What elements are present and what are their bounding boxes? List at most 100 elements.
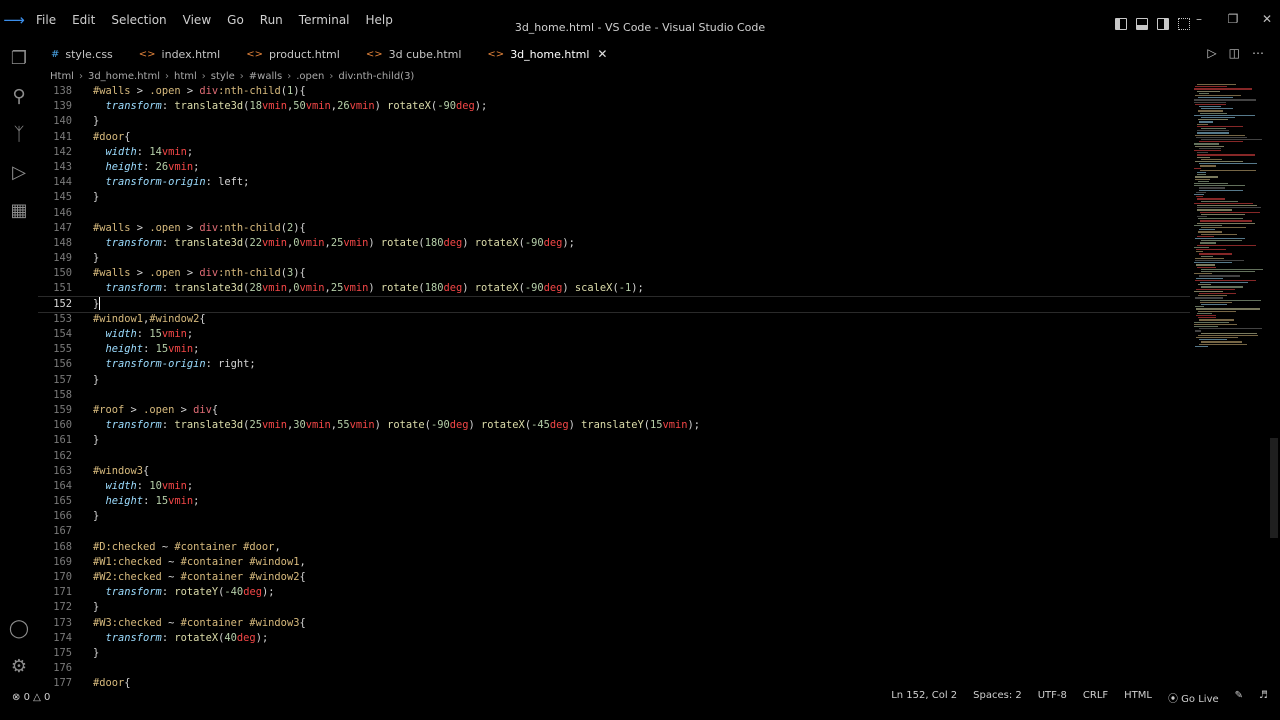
menu-help[interactable]: Help [358,0,401,40]
feedback-icon[interactable]: ✎ [1235,690,1243,705]
tab-3d-home-html[interactable]: <> 3d_home.html ✕ [474,42,620,66]
account-icon[interactable]: ◯ [0,610,38,646]
line-code: width: 14vmin; [105,145,194,158]
code-line[interactable]: 144 transform-origin: left; [38,175,1190,190]
indentation[interactable]: Spaces: 2 [973,690,1022,705]
menu-selection[interactable]: Selection [103,0,174,40]
breadcrumb-item[interactable]: Html [50,71,74,82]
code-line[interactable]: 171 transform: rotateY(-40deg); [38,585,1190,600]
tab-index-html[interactable]: <> index.html [126,42,233,66]
minimap-line [1201,240,1242,242]
code-line[interactable]: 152} [38,295,1190,313]
close-tab-icon[interactable]: ✕ [597,47,607,61]
code-line[interactable]: 176 [38,661,1190,676]
menu-run[interactable]: Run [252,0,291,40]
breadcrumb-item[interactable]: style [211,71,235,82]
code-line[interactable]: 163 #window3{ [38,464,1190,479]
breadcrumb-item[interactable]: #walls [249,71,282,82]
toggle-primary-sidebar-icon[interactable] [1115,18,1127,30]
menu-file[interactable]: File [28,0,64,40]
code-line[interactable]: 162 [38,449,1190,464]
minimap-line [1196,249,1226,251]
code-line[interactable]: 154 width: 15vmin; [38,327,1190,342]
code-line[interactable]: 156 transform-origin: right; [38,357,1190,372]
menu-go[interactable]: Go [219,0,252,40]
more-actions-icon[interactable]: ⋯ [1252,46,1264,60]
toggle-secondary-sidebar-icon[interactable] [1157,18,1169,30]
code-line[interactable]: 175} [38,646,1190,661]
minimap-line [1201,227,1246,229]
code-line[interactable]: 139 transform: translate3d(18vmin,50vmin… [38,99,1190,114]
source-control-icon[interactable]: ᛉ [0,116,38,152]
menu-terminal[interactable]: Terminal [291,0,358,40]
code-line[interactable]: 172} [38,600,1190,615]
code-line[interactable]: 148 transform: translate3d(22vmin,0vmin,… [38,236,1190,251]
error-count: 0 [23,691,30,703]
minimap[interactable] [1192,84,1270,354]
code-line[interactable]: 153 #window1,#window2{ [38,312,1190,327]
code-line[interactable]: 168 #D:checked ~ #container #door, [38,540,1190,555]
code-line[interactable]: 141 #door{ [38,130,1190,145]
go-live-button[interactable]: ⦿ Go Live [1168,690,1219,705]
code-line[interactable]: 164 width: 10vmin; [38,479,1190,494]
code-line[interactable]: 151 transform: translate3d(28vmin,0vmin,… [38,281,1190,296]
customize-layout-icon[interactable] [1178,18,1190,30]
minimap-line [1199,275,1240,277]
run-file-icon[interactable]: ▷ [1207,46,1216,60]
code-line[interactable]: 157} [38,373,1190,388]
toggle-panel-icon[interactable] [1136,18,1148,30]
code-line[interactable]: 173 #W3:checked ~ #container #window3{ [38,616,1190,631]
code-line[interactable]: 159 #roof > .open > div{ [38,403,1190,418]
restore-icon[interactable]: ❐ [1226,12,1240,26]
code-line[interactable]: 150 #walls > .open > div:nth-child(3){ [38,266,1190,281]
vertical-scrollbar[interactable] [1270,438,1278,538]
code-line[interactable]: 143 height: 26vmin; [38,160,1190,175]
code-line[interactable]: 155 height: 15vmin; [38,342,1190,357]
notifications-bell-icon[interactable]: ♬ [1259,690,1268,705]
breadcrumb-item[interactable]: 3d_home.html [88,71,160,82]
tab-3d-cube-html[interactable]: <> 3d cube.html [353,42,475,66]
code-line[interactable]: 177 #door{ [38,676,1190,688]
settings-gear-icon[interactable]: ⚙ [0,648,38,684]
end-of-line[interactable]: CRLF [1083,690,1108,705]
problems-indicator[interactable]: ⊗ 0 △ 0 [12,692,50,703]
code-line[interactable]: 169 #W1:checked ~ #container #window1, [38,555,1190,570]
language-mode[interactable]: HTML [1124,690,1152,705]
code-line[interactable]: 146 [38,206,1190,221]
code-line[interactable]: 140} [38,114,1190,129]
breadcrumb-item[interactable]: div:nth-child(3) [338,71,414,82]
breadcrumb-item[interactable]: .open [296,71,324,82]
go-live-label: Go Live [1181,693,1219,705]
tab-product-html[interactable]: <> product.html [233,42,353,66]
split-editor-icon[interactable]: ◫ [1229,46,1240,60]
breadcrumb-item[interactable]: html [174,71,197,82]
cursor-position[interactable]: Ln 152, Col 2 [891,690,957,705]
code-line[interactable]: 138 #walls > .open > div:nth-child(1){ [38,84,1190,99]
run-debug-icon[interactable]: ▷ [0,154,38,190]
code-line[interactable]: 147 #walls > .open > div:nth-child(2){ [38,221,1190,236]
encoding[interactable]: UTF-8 [1038,690,1067,705]
extensions-icon[interactable]: ▦ [0,192,38,228]
code-line[interactable]: 161} [38,433,1190,448]
code-line[interactable]: 170 #W2:checked ~ #container #window2{ [38,570,1190,585]
minimize-icon[interactable]: – [1192,12,1206,26]
code-line[interactable]: 160 transform: translate3d(25vmin,30vmin… [38,418,1190,433]
explorer-icon[interactable]: ❐ [0,40,38,76]
code-line[interactable]: 174 transform: rotateX(40deg); [38,631,1190,646]
minimap-line [1199,106,1221,108]
code-line[interactable]: 167 [38,524,1190,539]
code-line[interactable]: 166} [38,509,1190,524]
code-editor[interactable]: 138 #walls > .open > div:nth-child(1){139… [38,84,1190,688]
minimap-line [1198,119,1228,121]
code-line[interactable]: 145} [38,190,1190,205]
menu-edit[interactable]: Edit [64,0,103,40]
code-line[interactable]: 142 width: 14vmin; [38,145,1190,160]
line-code: } [93,510,100,523]
menu-view[interactable]: View [175,0,219,40]
code-line[interactable]: 165 height: 15vmin; [38,494,1190,509]
code-line[interactable]: 149} [38,251,1190,266]
tab-style-css[interactable]: # style.css [38,42,126,66]
close-window-icon[interactable]: ✕ [1260,12,1274,26]
search-icon[interactable]: ⚲ [0,78,38,114]
code-line[interactable]: 158 [38,388,1190,403]
